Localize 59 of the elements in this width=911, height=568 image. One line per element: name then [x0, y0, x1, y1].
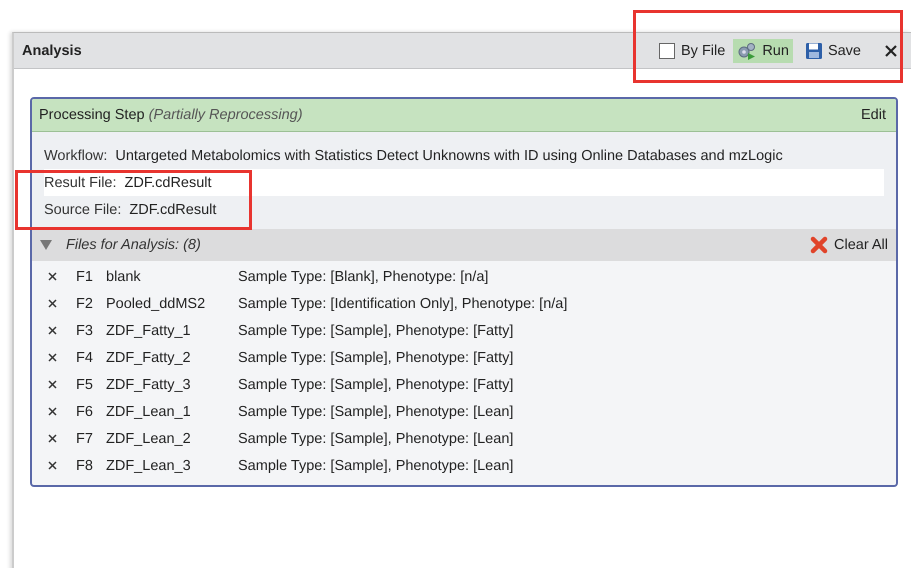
file-name: ZDF_Fatty_3	[106, 376, 192, 392]
file-info: Sample Type: [Blank], Phenotype: [n/a]	[238, 268, 488, 284]
save-button[interactable]: Save	[800, 40, 865, 62]
file-id: F1	[76, 268, 94, 284]
file-id: F3	[76, 322, 94, 338]
run-button[interactable]: Run	[733, 38, 793, 62]
remove-button[interactable]	[48, 407, 57, 416]
remove-button[interactable]	[48, 272, 57, 281]
field-value: Untargeted Metabolomics with Statistics Detect Unknowns with ID using Online Databases and mzLogic	[115, 148, 783, 164]
remove-icon	[48, 434, 57, 443]
remove-button[interactable]	[48, 434, 57, 443]
remove-button[interactable]	[48, 299, 57, 308]
file-info: Sample Type: [Identification Only], Phenotype: [n/a]	[238, 296, 568, 312]
file-name: blank	[106, 268, 142, 284]
field-value: ZDF.cdResult	[124, 174, 212, 190]
file-id: F8	[76, 458, 94, 474]
file-info: Sample Type: [Sample], Phenotype: [Lean]	[238, 458, 514, 474]
file-name: ZDF_Lean_2	[106, 430, 192, 446]
file-name: ZDF_Fatty_1	[106, 322, 192, 338]
file-name: Pooled_ddMS2	[106, 296, 206, 312]
file-name: ZDF_Fatty_2	[106, 350, 192, 366]
field-value: ZDF.cdResult	[129, 202, 216, 218]
remove-button[interactable]	[48, 461, 57, 470]
remove-button[interactable]	[48, 326, 57, 335]
cross-icon	[810, 236, 828, 254]
file-info: Sample Type: [Sample], Phenotype: [Fatty]	[238, 350, 514, 366]
remove-button[interactable]	[48, 353, 57, 362]
file-id: F5	[76, 376, 94, 392]
file-id: F6	[76, 404, 94, 420]
remove-icon	[48, 353, 57, 362]
remove-icon	[48, 380, 57, 389]
by-file-checkbox[interactable]: By File	[659, 42, 726, 58]
file-info: Sample Type: [Sample], Phenotype: [Fatty]	[238, 376, 514, 392]
field-label: Source File:	[44, 202, 122, 218]
remove-icon	[48, 461, 57, 470]
remove-icon	[48, 326, 57, 335]
panel-title: Analysis	[22, 42, 82, 58]
close-icon	[885, 44, 897, 56]
remove-icon	[48, 299, 57, 308]
gears-icon	[737, 40, 758, 60]
file-name: ZDF_Lean_1	[106, 404, 192, 420]
remove-button[interactable]	[48, 380, 57, 389]
remove-icon	[48, 272, 57, 281]
files-title: Files for Analysis: (8)	[66, 237, 202, 253]
file-name: ZDF_Lean_3	[106, 458, 192, 474]
field-label: Workflow:	[44, 148, 108, 164]
clear-all-button[interactable]: Clear All	[810, 236, 888, 254]
edit-link[interactable]: Edit	[861, 107, 886, 123]
file-id: F7	[76, 430, 94, 446]
processing-step-title: Processing Step (Partially Reprocessing)	[39, 107, 303, 123]
remove-icon	[48, 407, 57, 416]
checkbox-square[interactable]	[659, 42, 675, 58]
file-id: F2	[76, 296, 94, 312]
file-info: Sample Type: [Sample], Phenotype: [Fatty]	[238, 322, 514, 338]
field-label: Result File:	[44, 174, 118, 190]
file-info: Sample Type: [Sample], Phenotype: [Lean]	[238, 430, 514, 446]
file-info: Sample Type: [Sample], Phenotype: [Lean]	[238, 404, 514, 420]
expanded-triangle-icon[interactable]	[40, 239, 52, 251]
file-id: F4	[76, 350, 94, 366]
